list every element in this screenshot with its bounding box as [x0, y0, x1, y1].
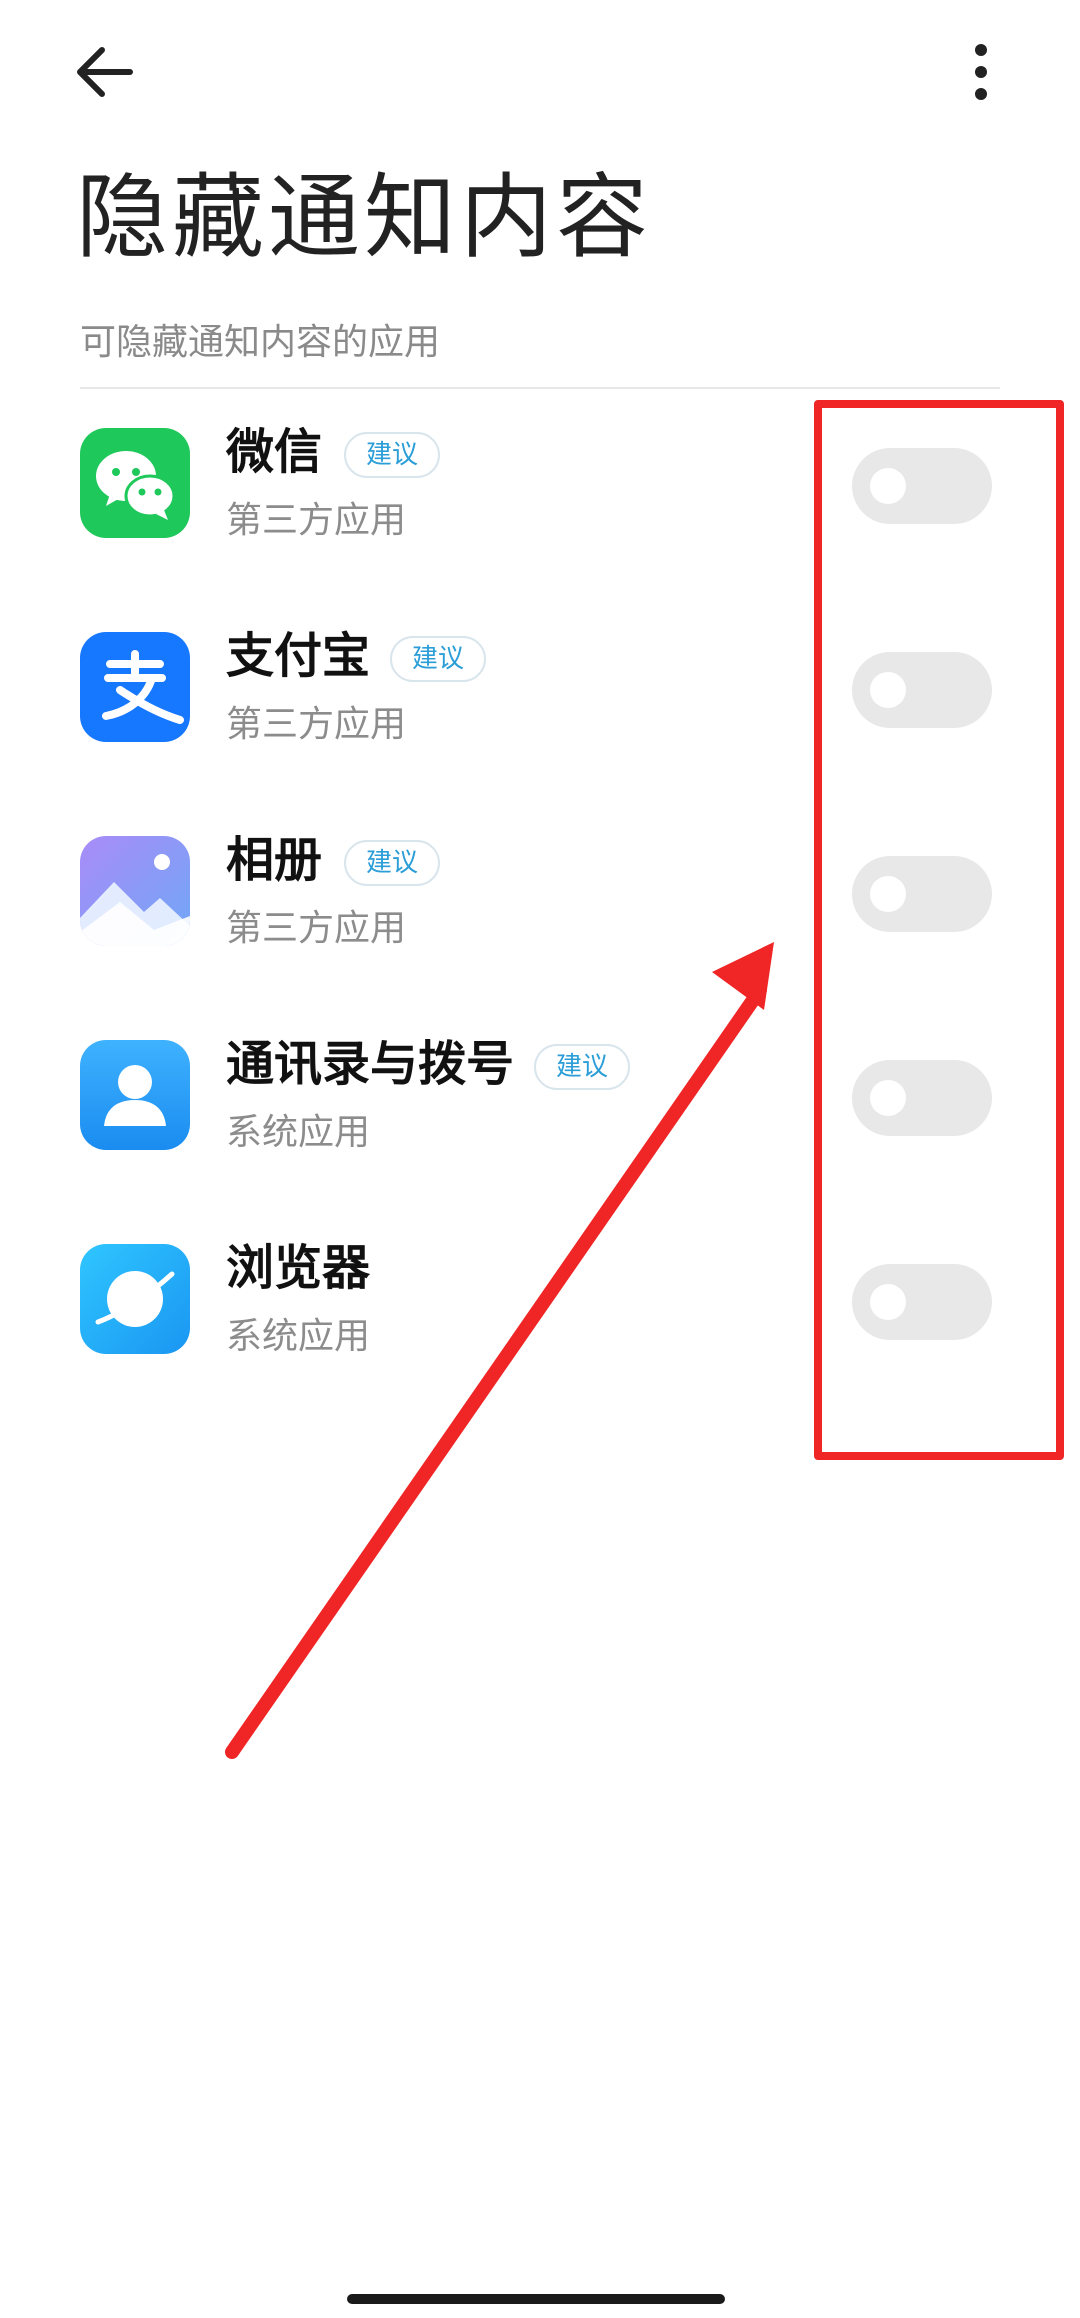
toggle-knob [870, 876, 906, 912]
alipay-icon [80, 632, 190, 742]
toggle-contacts[interactable] [852, 1060, 992, 1136]
app-type: 第三方应用 [226, 908, 407, 949]
section-label: 可隐藏通知内容的应用 [80, 322, 441, 363]
app-name: 支付宝 [226, 628, 371, 684]
suggested-badge: 建议 [344, 432, 441, 478]
suggested-badge: 建议 [390, 636, 487, 682]
toggle-knob [870, 468, 906, 504]
back-button[interactable] [66, 36, 150, 108]
toggle-browser[interactable] [852, 1264, 992, 1340]
app-name: 通讯录与拨号 [226, 1036, 515, 1092]
app-type: 第三方应用 [226, 704, 407, 745]
more-vertical-icon [975, 44, 987, 100]
app-row-gallery: 相册 建议 第三方应用 [0, 808, 1080, 1008]
app-type: 系统应用 [226, 1112, 371, 1153]
suggested-badge: 建议 [344, 840, 441, 886]
browser-icon [80, 1244, 190, 1354]
toggle-wechat[interactable] [852, 448, 992, 524]
app-row-alipay: 支付宝 建议 第三方应用 [0, 604, 1080, 804]
suggested-badge: 建议 [534, 1044, 631, 1090]
gallery-icon [80, 836, 190, 946]
toggle-alipay[interactable] [852, 652, 992, 728]
toggle-knob [870, 1080, 906, 1116]
app-row-contacts: 通讯录与拨号 建议 系统应用 [0, 1012, 1080, 1212]
home-indicator [347, 2294, 725, 2304]
toggle-knob [870, 1284, 906, 1320]
toggle-gallery[interactable] [852, 856, 992, 932]
app-name: 浏览器 [226, 1240, 371, 1296]
screen: 隐藏通知内容 可隐藏通知内容的应用 微信 建议 第三方应用 支付宝 建议 第三方… [0, 0, 1080, 2318]
page-title: 隐藏通知内容 [76, 164, 653, 271]
arrow-left-icon [77, 47, 133, 97]
app-type: 系统应用 [226, 1316, 371, 1357]
contacts-icon [80, 1040, 190, 1150]
app-name: 微信 [226, 424, 323, 480]
section-divider [80, 387, 1000, 389]
more-options-button[interactable] [946, 36, 1016, 108]
app-row-wechat: 微信 建议 第三方应用 [0, 400, 1080, 600]
app-type: 第三方应用 [226, 500, 407, 541]
toggle-knob [870, 672, 906, 708]
wechat-icon [80, 428, 190, 538]
app-row-browser: 浏览器 系统应用 [0, 1216, 1080, 1416]
app-name: 相册 [226, 832, 323, 888]
